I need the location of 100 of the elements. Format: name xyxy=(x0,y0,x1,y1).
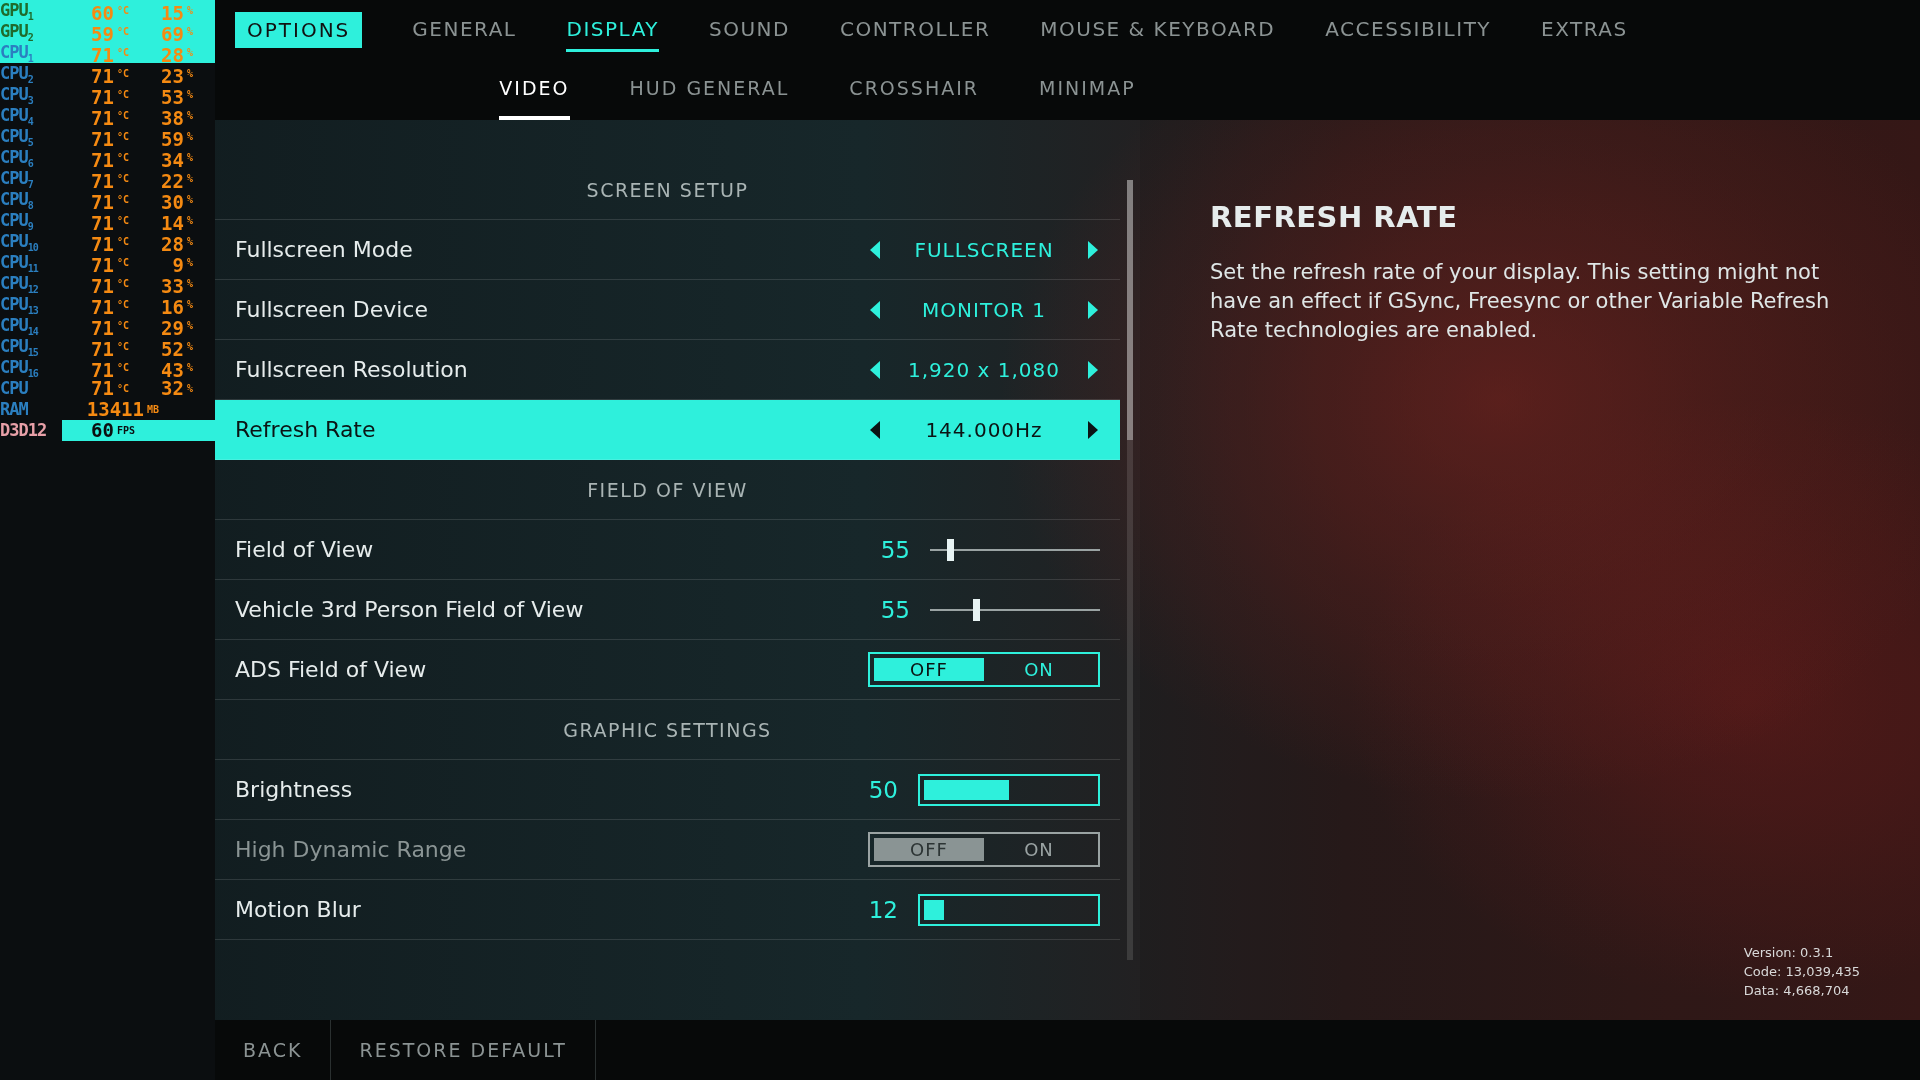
sensor-unit: °C xyxy=(116,109,131,123)
sensor-unit: °C xyxy=(116,25,131,39)
next-button[interactable] xyxy=(1086,358,1100,381)
sensor-unit: FPS xyxy=(116,424,137,438)
sensor-label: CPU$_{3}$ xyxy=(0,84,34,108)
setting-value: 55 xyxy=(879,596,910,623)
sensor-label: CPU$_{15}$ xyxy=(0,336,39,360)
previous-button[interactable] xyxy=(868,298,882,321)
version-info: Data: 4,668,704 xyxy=(1743,982,1851,1000)
previous-button[interactable] xyxy=(868,238,882,261)
setting-row-highlight[interactable]: Refresh Rate 144.000Hz xyxy=(215,400,1120,460)
setting-label: Fullscreen Resolution xyxy=(235,357,469,382)
nav-tab[interactable]: GENERAL xyxy=(412,8,517,52)
sub-tab[interactable]: VIDEO xyxy=(499,60,570,120)
toggle-option[interactable]: ON xyxy=(984,658,1094,681)
sensor-value: 15 xyxy=(160,3,184,25)
sensor-label: CPU$_{4}$ xyxy=(0,105,35,129)
previous-button[interactable] xyxy=(868,358,882,381)
sensor-unit: % xyxy=(186,319,195,333)
sensor-value: 71 xyxy=(90,192,114,214)
previous-button[interactable] xyxy=(868,418,882,441)
setting-value: FULLSCREEN xyxy=(914,237,1054,262)
sensor-value: 71 xyxy=(90,213,114,235)
sensor-label: CPU$_{11}$ xyxy=(0,252,40,276)
sensor-unit: °C xyxy=(116,214,131,228)
sensor-unit: °C xyxy=(116,88,131,102)
nav-tab[interactable]: ACCESSIBILITY xyxy=(1325,8,1492,52)
sensor-unit: °C xyxy=(116,298,131,312)
level-bar[interactable] xyxy=(918,773,1100,806)
sensor-value: 30 xyxy=(160,192,184,214)
sensor-unit: °C xyxy=(116,235,131,249)
sensor-label: D3D12 xyxy=(0,420,62,441)
sub-tab[interactable]: CROSSHAIR xyxy=(849,60,979,120)
toggle-option[interactable]: OFF xyxy=(874,658,984,681)
sensor-label: CPU$_{10}$ xyxy=(0,231,39,255)
sensor-label: CPU$_{5}$ xyxy=(0,126,34,150)
sensor-value: 29 xyxy=(160,318,184,340)
footer-button[interactable]: BACK xyxy=(215,1020,332,1080)
slider[interactable] xyxy=(930,538,1100,561)
sensor-unit: °C xyxy=(116,256,131,270)
setting-value: 55 xyxy=(879,536,910,563)
section-heading: GRAPHIC SETTINGS xyxy=(563,718,772,741)
sensor-value: 16 xyxy=(160,297,184,319)
next-button[interactable] xyxy=(1086,298,1100,321)
sub-tab[interactable]: HUD GENERAL xyxy=(629,60,790,120)
scrollbar[interactable] xyxy=(1127,180,1133,960)
sensor-value: 69 xyxy=(160,24,184,46)
setting-label: Field of View xyxy=(235,537,375,562)
next-button[interactable] xyxy=(1086,418,1100,441)
nav-tab[interactable]: EXTRAS xyxy=(1541,8,1628,52)
page-title: OPTIONS xyxy=(235,12,363,48)
sensor-unit: °C xyxy=(116,277,131,291)
sub-tab[interactable]: MINIMAP xyxy=(1039,60,1136,120)
level-bar[interactable] xyxy=(918,893,1100,926)
next-button[interactable] xyxy=(1086,238,1100,261)
sensor-unit: % xyxy=(186,67,195,81)
nav-tab[interactable]: SOUND xyxy=(709,8,790,52)
sensor-value: 71 xyxy=(90,318,114,340)
setting-label: Fullscreen Mode xyxy=(235,237,414,262)
sensor-value: 71 xyxy=(90,150,114,172)
sensor-value: 13411 xyxy=(85,399,144,420)
setting-row[interactable]: Fullscreen Mode FULLSCREEN xyxy=(215,220,1120,280)
setting-value: 12 xyxy=(867,896,898,923)
nav-tab[interactable]: MOUSE & KEYBOARD xyxy=(1040,8,1276,52)
sensor-unit: % xyxy=(186,109,195,123)
slider-thumb[interactable] xyxy=(947,538,955,561)
nav-tab[interactable]: CONTROLLER xyxy=(839,8,991,52)
setting-label: Motion Blur xyxy=(235,897,362,922)
sensor-unit: % xyxy=(186,340,195,354)
section-heading: SCREEN SETUP xyxy=(586,178,749,201)
setting-label: Brightness xyxy=(235,777,354,802)
sensor-value: 28 xyxy=(160,45,184,67)
sensor-value: 28 xyxy=(160,234,184,256)
sensor-label: CPU$_{16}$ xyxy=(0,357,40,381)
sensor-unit: % xyxy=(186,382,195,396)
sensor-unit: % xyxy=(186,88,195,102)
slider[interactable] xyxy=(930,598,1100,621)
sensor-value: 71 xyxy=(90,339,114,361)
sensor-label: CPU$_{1}$ xyxy=(0,42,35,66)
sensor-value: 71 xyxy=(90,129,114,151)
sensor-unit: °C xyxy=(116,130,131,144)
sensor-unit: % xyxy=(186,4,195,18)
sensor-value: 53 xyxy=(160,87,184,109)
setting-row[interactable]: Fullscreen Device MONITOR 1 xyxy=(215,280,1120,340)
sensor-unit: °C xyxy=(116,172,131,186)
sensor-unit: °C xyxy=(116,319,131,333)
sensor-label: CPU$_{2}$ xyxy=(0,63,34,87)
nav-tab[interactable]: DISPLAY xyxy=(566,8,659,52)
setting-value: MONITOR 1 xyxy=(922,297,1046,322)
slider-thumb[interactable] xyxy=(972,598,980,621)
sensor-label: CPU$_{9}$ xyxy=(0,210,34,234)
setting-value: 50 xyxy=(867,776,898,803)
setting-label: ADS Field of View xyxy=(235,657,428,682)
sensor-value: 71 xyxy=(90,66,114,88)
footer-button[interactable]: RESTORE DEFAULT xyxy=(331,1020,596,1080)
sensor-label: GPU$_{1}$ xyxy=(0,0,35,24)
sensor-label: CPU$_{14}$ xyxy=(0,315,40,339)
toggle-switch[interactable]: OFF ON xyxy=(868,652,1100,687)
sensor-value: 34 xyxy=(160,150,184,172)
sensor-value: 71 xyxy=(90,45,114,67)
